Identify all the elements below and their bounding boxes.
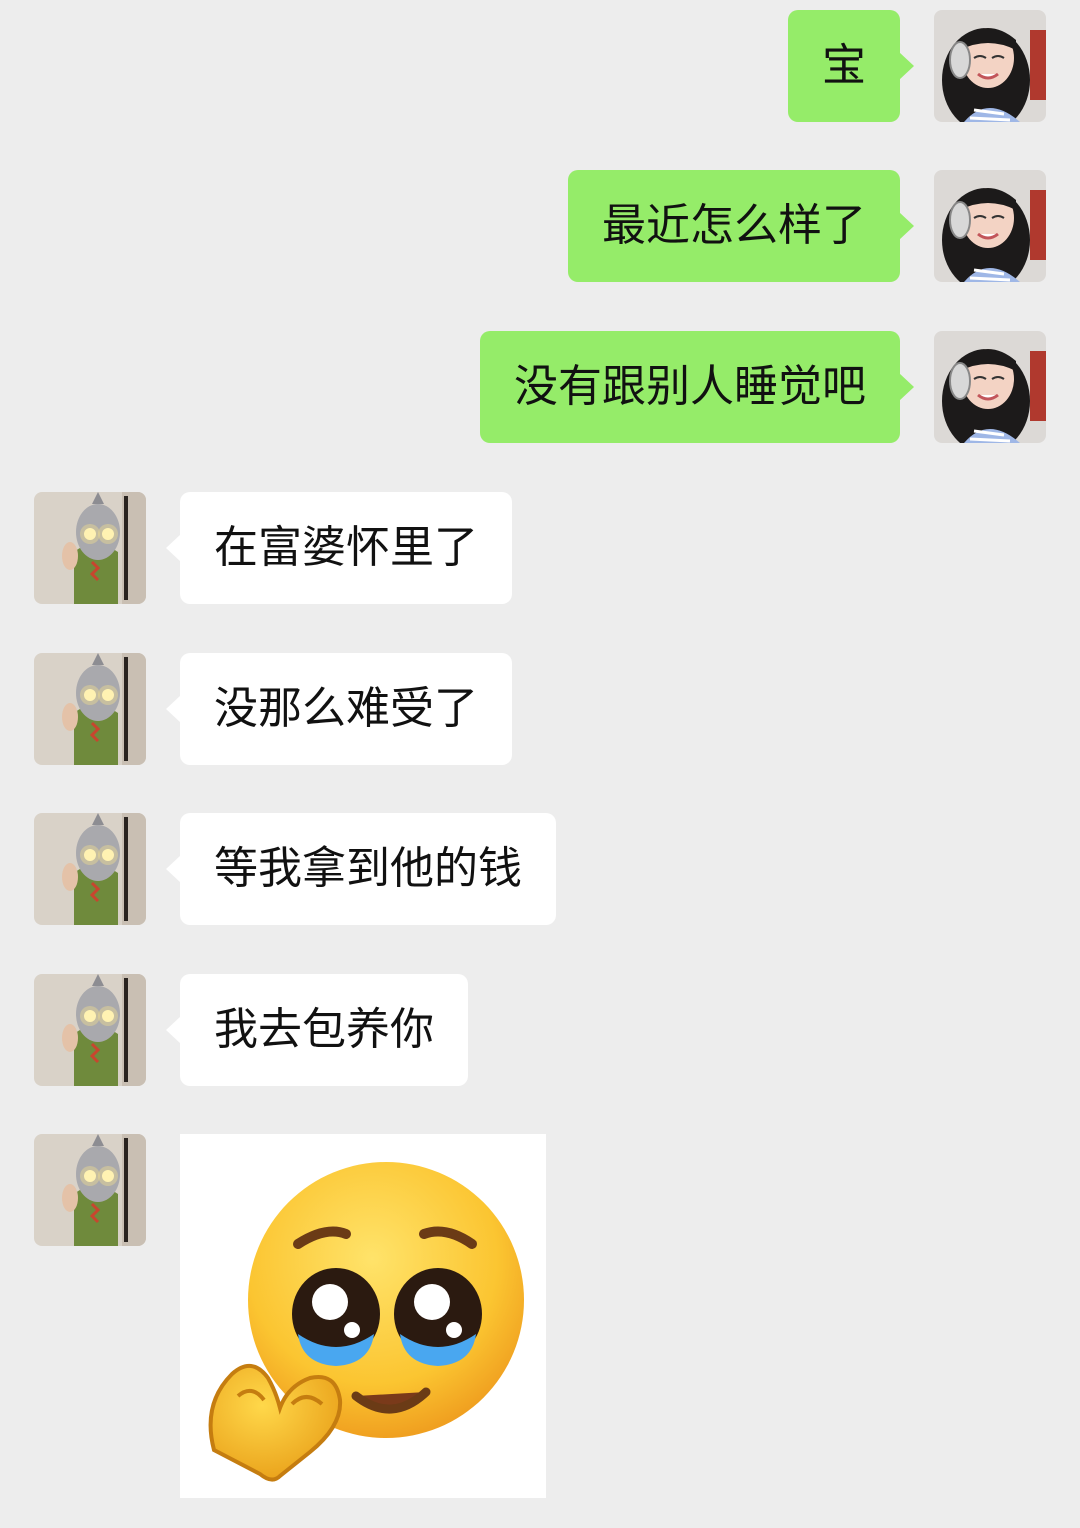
user-avatar[interactable] — [934, 170, 1046, 282]
message-row-outgoing: 最近怎么样了 — [0, 170, 1080, 282]
message-bubble[interactable]: 等我拿到他的钱 — [166, 813, 556, 925]
message-bubble[interactable]: 没有跟别人睡觉吧 — [480, 331, 914, 443]
message-bubble[interactable]: 宝 — [788, 10, 914, 122]
message-row-outgoing: 宝 — [0, 10, 1080, 122]
message-bubble[interactable]: 最近怎么样了 — [568, 170, 914, 282]
user-avatar[interactable] — [934, 331, 1046, 443]
message-row-incoming: 没那么难受了 — [0, 653, 1080, 765]
contact-avatar[interactable] — [34, 492, 146, 604]
message-row-outgoing: 没有跟别人睡觉吧 — [0, 331, 1080, 443]
contact-avatar[interactable] — [34, 974, 146, 1086]
message-bubble[interactable]: 我去包养你 — [166, 974, 468, 1086]
message-row-incoming: 在富婆怀里了 — [0, 492, 1080, 604]
pleading-face-heart-hands-icon — [208, 1162, 524, 1482]
message-bubble[interactable]: 没那么难受了 — [166, 653, 512, 765]
contact-avatar[interactable] — [34, 653, 146, 765]
user-avatar[interactable] — [934, 10, 1046, 122]
message-row-incoming: 等我拿到他的钱 — [0, 813, 1080, 925]
sticker-message[interactable] — [180, 1134, 546, 1498]
contact-avatar[interactable] — [34, 1134, 146, 1246]
contact-avatar[interactable] — [34, 813, 146, 925]
message-bubble[interactable]: 在富婆怀里了 — [166, 492, 512, 604]
message-row-incoming: 我去包养你 — [0, 974, 1080, 1086]
